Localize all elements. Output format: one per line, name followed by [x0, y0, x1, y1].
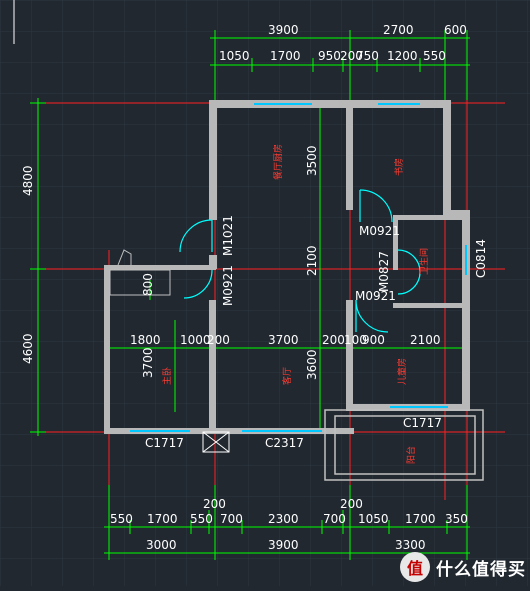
dim-text: 1000 — [180, 333, 211, 347]
wall-left-upper — [209, 100, 217, 220]
wall-mid-horizontal — [104, 265, 216, 270]
dim-text: 1700 — [147, 512, 178, 526]
dim-text: 1700 — [270, 49, 301, 63]
room-label-bathroom: 卫生间 — [418, 248, 430, 275]
dim-text: 350 — [445, 512, 468, 526]
dim-text: 600 — [444, 23, 467, 37]
room-label-living: 客厅 — [281, 367, 293, 385]
dim-text: 1800 — [130, 333, 161, 347]
dim-text: 200 — [322, 333, 345, 347]
dim-text: 1050 — [358, 512, 389, 526]
wall-right-top — [443, 100, 451, 215]
dim-text: 700 — [323, 512, 346, 526]
door-tag-m0827: M0827 — [377, 251, 391, 292]
watermark: 值 什么值得买 — [400, 552, 526, 582]
dim-text: 4600 — [21, 333, 35, 364]
wall-inner-v2 — [346, 300, 353, 410]
window-tag-c2317: C2317 — [265, 436, 304, 450]
door-tag-m0921-a: M0921 — [221, 265, 235, 306]
wall-right — [462, 210, 470, 410]
dim-text: 200 — [340, 497, 363, 511]
dim-text: 950 — [318, 49, 341, 63]
dim-text: 3900 — [268, 23, 299, 37]
door-tag-m0921-b: M0921 — [359, 224, 400, 238]
wall-bath-bottom — [393, 303, 463, 308]
dim-text: 750 — [356, 49, 379, 63]
dim-text: 3300 — [395, 538, 426, 552]
dim-text: 2100 — [410, 333, 441, 347]
wall-far-left — [104, 265, 110, 433]
dim-text: 550 — [110, 512, 133, 526]
dim-3700: 3700 — [141, 347, 155, 378]
dim-text: 700 — [220, 512, 243, 526]
room-label-study: 书房 — [393, 158, 405, 176]
wall-bath-top — [393, 215, 463, 220]
dim-text: 2700 — [383, 23, 414, 37]
room-label-dining: 餐厅厨房 — [272, 144, 284, 180]
dim-text: 1200 — [387, 49, 418, 63]
cad-floor-plan: 3900 2700 600 1050 1700 950 200 750 1200… — [0, 0, 530, 586]
dim-text: 200 — [207, 333, 230, 347]
watermark-logo-icon: 值 — [400, 552, 430, 582]
dim-text: 2300 — [268, 512, 299, 526]
dim-3500: 3500 — [305, 145, 319, 176]
dim-text: 3700 — [268, 333, 299, 347]
dim-2100: 2100 — [305, 245, 319, 276]
room-label-kids: 儿童房 — [396, 358, 408, 385]
room-label-master: 主卧 — [161, 367, 173, 385]
wall-inner-v1 — [346, 100, 353, 210]
window-tag-c0814: C0814 — [474, 239, 488, 278]
dim-text: 200 — [203, 497, 226, 511]
watermark-text: 什么值得买 — [436, 559, 526, 580]
dim-text: 550 — [190, 512, 213, 526]
dim-text: 900 — [362, 333, 385, 347]
dim-text: 3900 — [268, 538, 299, 552]
dim-text: 550 — [423, 49, 446, 63]
dim-text: 1700 — [405, 512, 436, 526]
dim-text: 4800 — [21, 165, 35, 196]
dim-text: 3000 — [146, 538, 177, 552]
dim-3600: 3600 — [305, 349, 319, 380]
floor-plan-drawing: 3900 2700 600 1050 1700 950 200 750 1200… — [0, 0, 530, 586]
room-label-balcony: 阳台 — [405, 446, 417, 464]
dim-800: 800 — [141, 273, 155, 296]
dim-text: 1050 — [219, 49, 250, 63]
grid-background — [0, 0, 530, 586]
window-tag-c1717-a: C1717 — [145, 436, 184, 450]
wall-left-lower — [209, 300, 216, 432]
window-tag-c1717-b: C1717 — [403, 416, 442, 430]
door-tag-m1021: M1021 — [221, 215, 235, 256]
